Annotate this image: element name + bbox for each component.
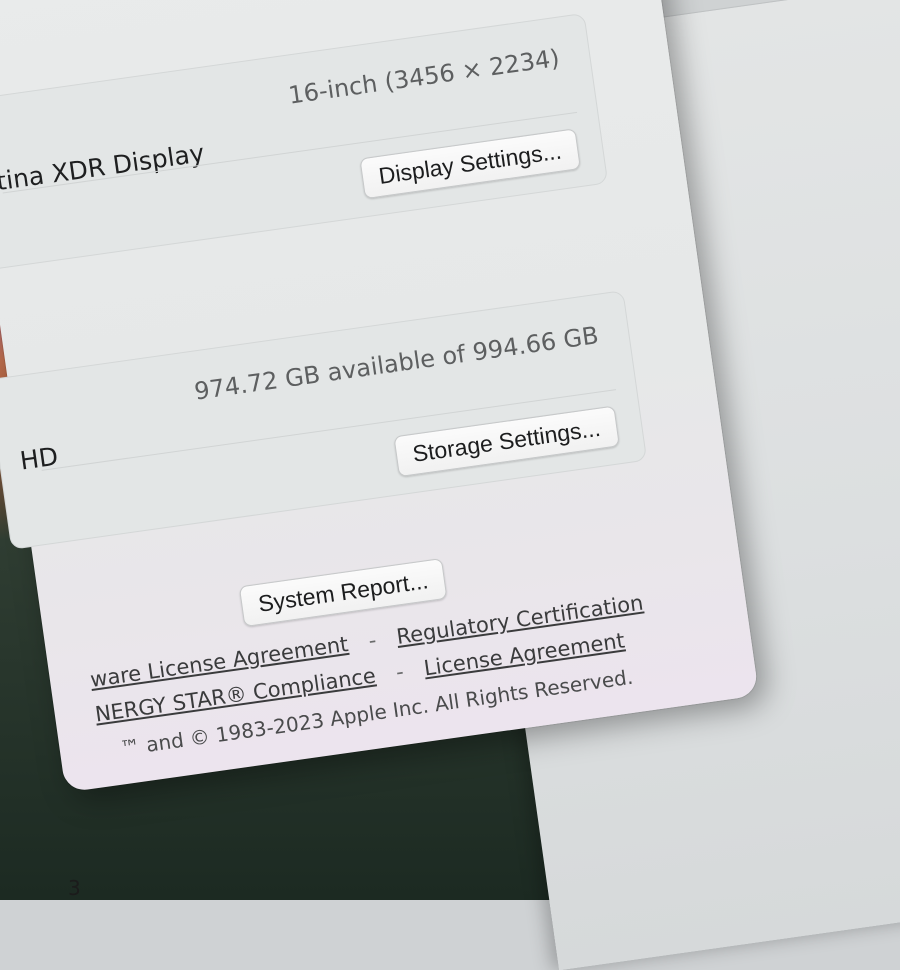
display-panel: 16-inch (3456 × 2234) etina XDR Display … bbox=[0, 12, 609, 273]
footer-separator: - bbox=[366, 628, 378, 653]
system-report-button[interactable]: System Report... bbox=[238, 557, 448, 628]
display-settings-button[interactable]: Display Settings... bbox=[359, 128, 581, 200]
about-this-mac-window: 16-inch (3456 × 2234) etina XDR Display … bbox=[0, 0, 759, 793]
storage-name: HD bbox=[18, 441, 60, 476]
about-this-mac-scene: 16-inch (3456 × 2234) etina XDR Display … bbox=[0, 0, 838, 931]
display-resolution: 16-inch (3456 × 2234) bbox=[286, 43, 562, 110]
storage-capacity: 974.72 GB available of 994.66 GB bbox=[192, 321, 601, 406]
page-marker: 3 bbox=[68, 876, 81, 900]
footer-separator: - bbox=[394, 659, 406, 685]
storage-panel: 974.72 GB available of 994.66 GB HD Stor… bbox=[0, 290, 648, 550]
